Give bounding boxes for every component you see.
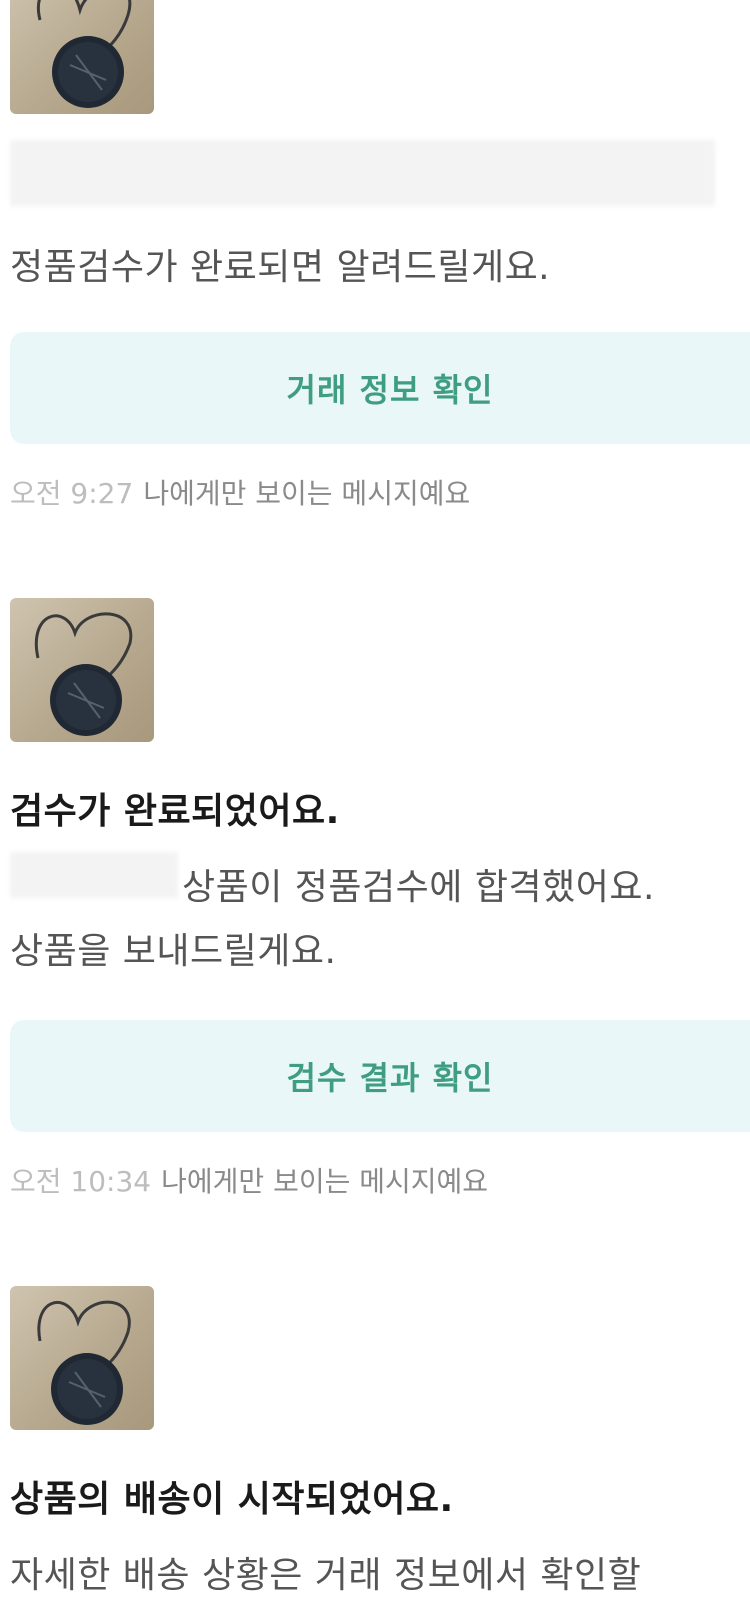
view-trade-info-button[interactable]: 거래 정보 확인 (10, 332, 750, 444)
product-photo-icon (37, 1300, 131, 1425)
private-notice: 나에게만 보이는 메시지예요 (143, 477, 471, 510)
message-time: 오전 9:27 (10, 477, 134, 510)
view-inspection-result-button[interactable]: 검수 결과 확인 (10, 1020, 750, 1132)
message-title: 상품의 배송이 시작되었어요. (10, 1479, 454, 1520)
message-body-line: 정품검수가 완료되면 알려드릴게요. (10, 247, 551, 288)
button-label: 거래 정보 확인 (286, 371, 494, 409)
message-body-line: 상품이 정품검수에 합격했어요. (182, 867, 655, 908)
message-time: 오전 10:34 (10, 1165, 152, 1198)
product-thumbnail[interactable] (10, 1286, 154, 1430)
message-body-line: 자세한 배송 상황은 거래 정보에서 확인할 (10, 1555, 642, 1596)
product-photo-icon (36, 0, 132, 108)
product-thumbnail[interactable] (10, 598, 154, 742)
button-label: 검수 결과 확인 (286, 1059, 494, 1097)
message-meta: 오전 10:34 나에게만 보이는 메시지예요 (10, 1160, 488, 1200)
product-photo-icon (34, 612, 133, 736)
product-thumbnail[interactable] (10, 0, 154, 114)
message-title: 검수가 완료되었어요. (10, 791, 340, 832)
redacted-region (10, 140, 715, 206)
redacted-region (10, 852, 178, 898)
message-meta: 오전 9:27 나에게만 보이는 메시지예요 (10, 472, 470, 512)
private-notice: 나에게만 보이는 메시지예요 (161, 1165, 489, 1198)
message-body-line: 상품을 보내드릴게요. (10, 931, 337, 972)
